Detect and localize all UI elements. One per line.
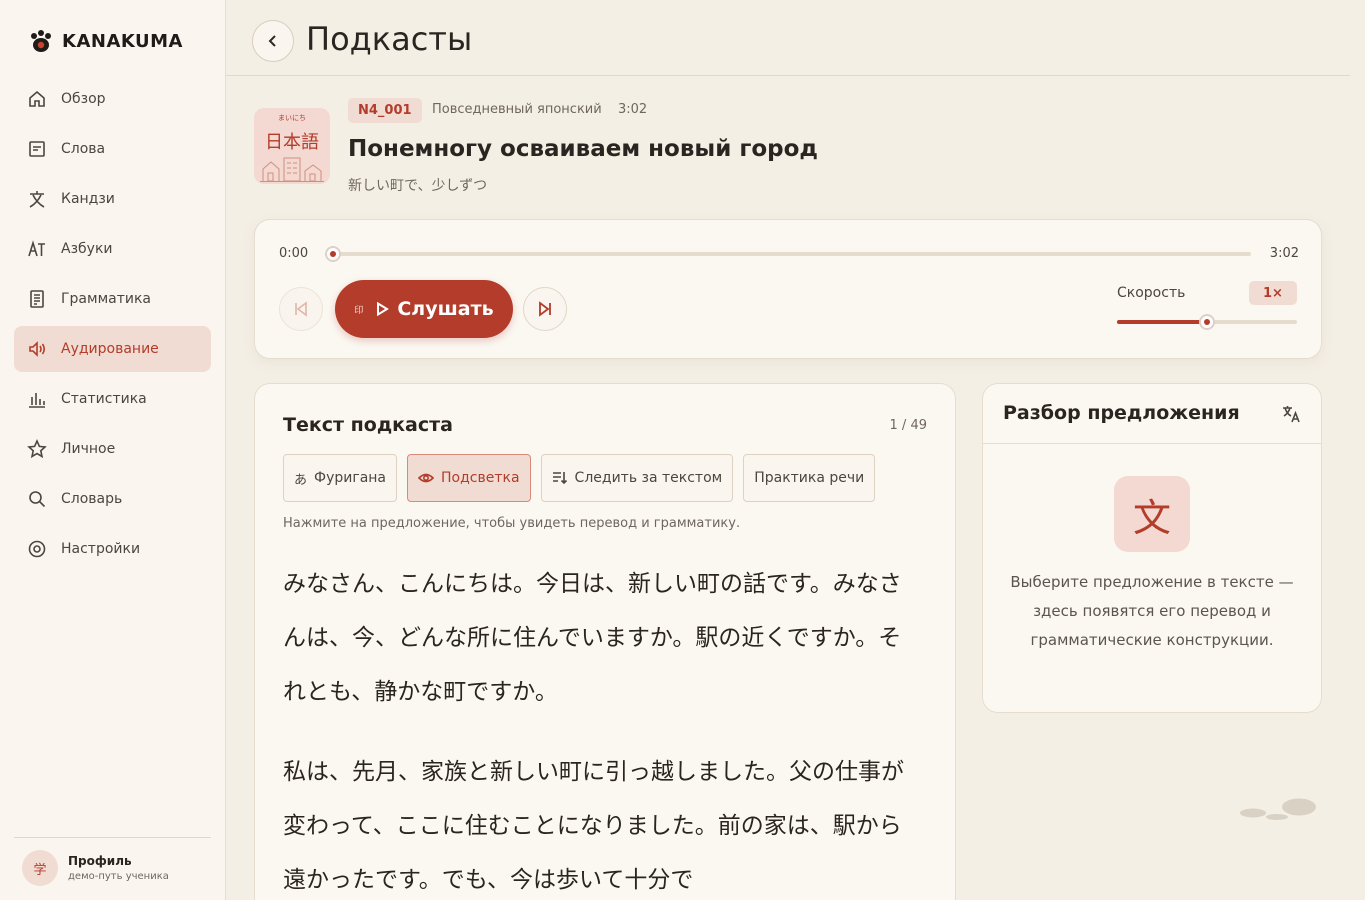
sidebar-item-dictionary[interactable]: Словарь (14, 476, 211, 522)
sidebar-item-label: Словарь (61, 491, 123, 507)
eye-icon (418, 470, 435, 486)
app-name: KANAKUMA (62, 30, 183, 52)
play-button[interactable]: 印 Слушать (335, 280, 513, 338)
sentence-analysis-panel: Разбор предложения 文 Выберите предложени… (982, 383, 1322, 713)
panel-hint: Нажмите на предложение, чтобы увидеть пе… (283, 516, 741, 531)
podcast-subtitle: 新しい町で、少しずつ (348, 178, 488, 194)
home-icon (26, 88, 48, 110)
pebbles-decoration-icon (1240, 798, 1316, 820)
progress-handle[interactable] (325, 246, 341, 262)
skip-forward-icon (539, 301, 551, 317)
cover-title: 日本語 (265, 132, 319, 153)
transcript-paragraph[interactable]: 私は、先月、家族と新しい町に引っ越しました。父の仕事が変わって、ここに住むことに… (283, 745, 923, 900)
chip-label: Подсветка (441, 470, 520, 486)
total-time: 3:02 (1269, 246, 1299, 261)
avatar: 学 (22, 850, 58, 886)
app-logo[interactable]: KANAKUMA (28, 28, 183, 54)
translate-icon[interactable] (1281, 404, 1301, 424)
speed-fill (1117, 320, 1207, 324)
cover-caption: まいにち (278, 114, 306, 122)
analysis-header: Разбор предложения (983, 384, 1321, 444)
sidebar-item-words[interactable]: Слова (14, 126, 211, 172)
back-button[interactable] (252, 20, 294, 62)
follow-icon (552, 470, 568, 486)
card-icon (26, 138, 48, 160)
page-header: Подкасты (226, 0, 1350, 76)
chevron-left-icon (268, 35, 276, 47)
sidebar-item-label: Кандзи (61, 191, 115, 207)
analysis-description: Выберите предложение в тексте — здесь по… (1010, 573, 1294, 649)
sidebar: KANAKUMA Обзор Слова Кандзи Азбуки Грамм… (0, 0, 226, 900)
speed-handle[interactable] (1199, 314, 1215, 330)
houses-illustration-icon (260, 157, 324, 182)
highlight-toggle[interactable]: Подсветка (407, 454, 531, 502)
play-hint: 印 (354, 305, 364, 316)
chip-label: Фуригана (314, 470, 387, 486)
profile-name: Профиль (68, 854, 132, 868)
podcast-title: Понемногу осваиваем новый город (348, 136, 818, 162)
level-badge: N4_001 (348, 98, 422, 123)
paw-logo-icon (31, 30, 51, 52)
sidebar-nav: Обзор Слова Кандзи Азбуки Грамматика Ауд… (14, 76, 211, 576)
gear-icon (26, 538, 48, 560)
skip-back-icon (295, 301, 307, 317)
podcast-text-panel: Текст подкаста 1 / 49 あ Фуригана Подсвет… (254, 383, 956, 900)
kanji-icon (26, 188, 48, 210)
chip-label: Практика речи (754, 470, 865, 486)
transcript-paragraph[interactable]: みなさん、こんにちは。今日は、新しい町の話です。みなさんは、今、どんな所に住んで… (283, 557, 923, 719)
chip-label: Следить за текстом (574, 470, 723, 486)
kana-icon (26, 238, 48, 260)
sidebar-item-label: Статистика (61, 391, 147, 407)
profile-button[interactable]: 学 Профиль демо-путь ученика (22, 850, 169, 886)
sidebar-item-label: Аудирование (61, 341, 159, 357)
sidebar-item-personal[interactable]: Личное (14, 426, 211, 472)
speed-slider[interactable] (1117, 314, 1297, 330)
sidebar-item-overview[interactable]: Обзор (14, 76, 211, 122)
hiragana-icon: あ (294, 472, 308, 488)
sidebar-item-label: Грамматика (61, 291, 151, 307)
sentence-counter: 1 / 49 (889, 418, 927, 433)
sidebar-item-label: Азбуки (61, 241, 113, 257)
sidebar-item-listening[interactable]: Аудирование (14, 326, 211, 372)
sidebar-item-kanji[interactable]: Кандзи (14, 176, 211, 222)
sidebar-item-label: Обзор (61, 91, 106, 107)
sidebar-item-label: Настройки (61, 541, 141, 557)
sidebar-item-label: Слова (61, 141, 106, 157)
document-icon (26, 288, 48, 310)
audio-player: 0:00 3:02 印 Слушать Скорость 1× (254, 219, 1322, 359)
speed-label: Скорость (1117, 285, 1186, 301)
analysis-placeholder-icon: 文 (1114, 476, 1190, 552)
text-options: あ Фуригана Подсветка Следить за текстом … (283, 454, 876, 502)
search-icon (26, 488, 48, 510)
next-sentence-button[interactable] (523, 287, 567, 331)
sidebar-item-grammar[interactable]: Грамматика (14, 276, 211, 322)
podcast-category: Повседневный японский (432, 102, 602, 117)
previous-sentence-button[interactable] (279, 287, 323, 331)
podcast-duration: 3:02 (618, 102, 648, 117)
sidebar-item-settings[interactable]: Настройки (14, 526, 211, 572)
panel-title: Текст подкаста (283, 414, 453, 436)
play-icon (377, 302, 390, 316)
follow-text-toggle[interactable]: Следить за текстом (540, 454, 734, 502)
profile-subtitle: демо-путь ученика (68, 871, 169, 882)
chart-icon (26, 388, 48, 410)
star-icon (26, 438, 48, 460)
speech-practice-toggle[interactable]: Практика речи (743, 454, 876, 502)
podcast-cover: まいにち 日本語 (254, 108, 330, 184)
current-time: 0:00 (279, 246, 309, 261)
sidebar-item-label: Личное (61, 441, 116, 457)
sidebar-item-statistics[interactable]: Статистика (14, 376, 211, 422)
sidebar-item-kana[interactable]: Азбуки (14, 226, 211, 272)
speed-value: 1× (1249, 281, 1297, 305)
analysis-title: Разбор предложения (1003, 402, 1240, 424)
sidebar-divider (14, 837, 211, 838)
furigana-toggle[interactable]: あ Фуригана (283, 454, 398, 502)
page-title: Подкасты (306, 20, 473, 58)
speaker-icon (26, 338, 48, 360)
progress-slider[interactable] (325, 246, 1251, 262)
play-label: Слушать (397, 298, 494, 320)
